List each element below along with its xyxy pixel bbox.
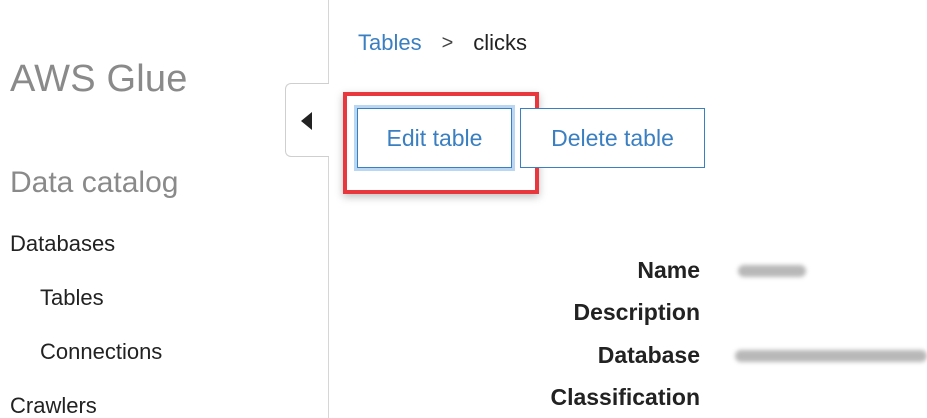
sidebar-item-databases[interactable]: Databases: [10, 231, 115, 257]
breadcrumb-separator-icon: >: [441, 31, 454, 54]
sidebar-item-crawlers[interactable]: Crawlers: [10, 393, 97, 418]
detail-label-description: Description: [573, 299, 700, 325]
sidebar-collapse-button[interactable]: [285, 83, 329, 157]
caret-left-icon: [301, 112, 312, 130]
sidebar-item-connections[interactable]: Connections: [40, 339, 162, 365]
service-title: AWS Glue: [10, 58, 188, 100]
glue-table-page: AWS Glue Data catalog Databases Tables C…: [0, 0, 927, 418]
detail-label-name: Name: [637, 257, 700, 283]
sidebar-item-tables[interactable]: Tables: [40, 285, 104, 311]
delete-table-button[interactable]: Delete table: [520, 108, 705, 168]
edit-table-button[interactable]: Edit table: [357, 108, 512, 168]
detail-value-database-redacted: [735, 350, 927, 362]
sidebar: AWS Glue Data catalog Databases Tables C…: [0, 0, 329, 418]
detail-label-database: Database: [597, 342, 700, 368]
breadcrumb: Tables > clicks: [358, 30, 527, 56]
detail-label-classification: Classification: [550, 384, 700, 410]
section-title-data-catalog: Data catalog: [10, 166, 179, 199]
breadcrumb-current: clicks: [473, 30, 528, 55]
breadcrumb-tables-link[interactable]: Tables: [358, 30, 422, 56]
detail-value-name-redacted: [738, 265, 806, 277]
